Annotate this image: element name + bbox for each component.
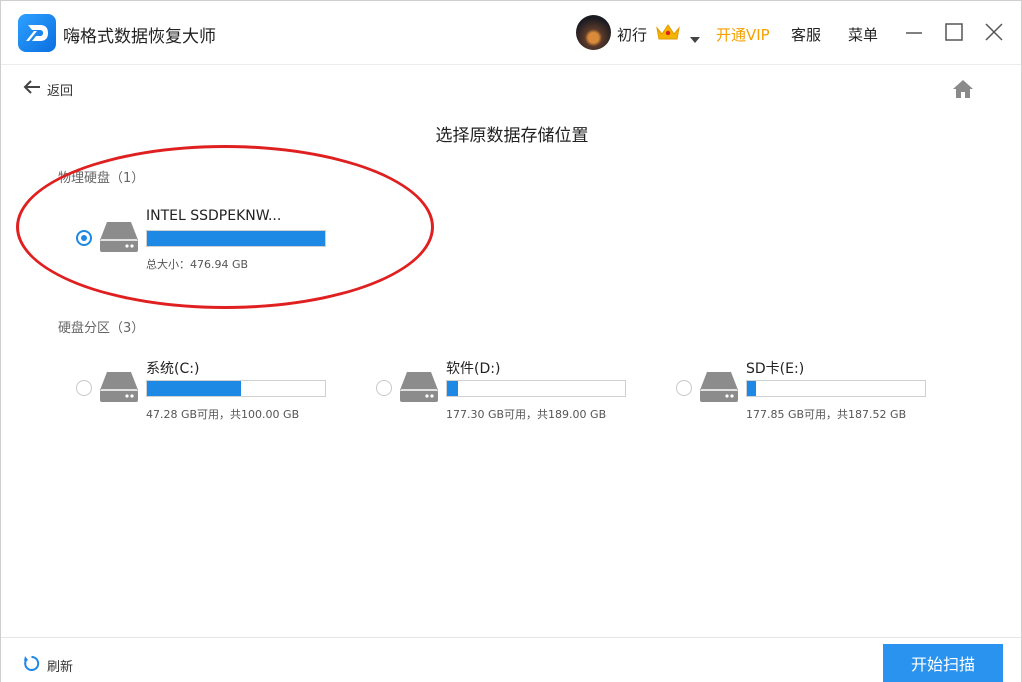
back-label: 返回: [47, 83, 74, 99]
drive-info: 总大小：476.94 GB: [146, 258, 249, 271]
drive-name: 系统(C:): [146, 361, 200, 377]
user-avatar[interactable]: [576, 15, 611, 50]
maximize-icon[interactable]: [943, 21, 965, 43]
close-icon[interactable]: [983, 21, 1005, 43]
drive-info: 177.85 GB可用，共187.52 GB: [746, 408, 907, 421]
back-button[interactable]: 返回: [23, 79, 73, 99]
footer-bar: 刷新 开始扫描: [1, 637, 1021, 682]
drive-partition-c[interactable]: 系统(C:) 47.28 GB可用，共100.00 GB: [76, 358, 376, 428]
app-title: 嗨格式数据恢复大师: [63, 27, 216, 47]
drive-partition-e[interactable]: SD卡(E:) 177.85 GB可用，共187.52 GB: [676, 358, 976, 428]
open-vip-link[interactable]: 开通VIP: [716, 24, 770, 45]
drive-partition-d[interactable]: 软件(D:) 177.30 GB可用，共189.00 GB: [376, 358, 676, 428]
drive-name: 软件(D:): [446, 361, 501, 377]
drive-info: 47.28 GB可用，共100.00 GB: [146, 408, 300, 421]
usage-bar-fill: [747, 381, 756, 396]
drive-name: INTEL SSDPEKNW...: [146, 208, 282, 224]
drive-physical-0[interactable]: INTEL SSDPEKNW... 总大小：476.94 GB: [76, 208, 376, 278]
title-bar: 嗨格式数据恢复大师 初行 开通VIP 客服 菜单: [1, 1, 1021, 65]
drive-radio[interactable]: [76, 230, 92, 246]
usage-bar-fill: [447, 381, 458, 396]
chevron-down-icon[interactable]: [689, 29, 701, 48]
hard-disk-icon: [98, 370, 140, 408]
hard-disk-icon: [98, 220, 140, 258]
drive-radio[interactable]: [376, 380, 392, 396]
drive-name: SD卡(E:): [746, 361, 805, 377]
hard-disk-icon: [698, 370, 740, 408]
app-logo-icon: [18, 14, 56, 52]
home-icon[interactable]: [951, 78, 975, 104]
refresh-icon: [23, 655, 40, 676]
start-scan-button[interactable]: 开始扫描: [883, 644, 1003, 682]
hard-disk-icon: [398, 370, 440, 408]
minimize-icon[interactable]: [903, 21, 925, 43]
usage-bar: [146, 230, 326, 247]
usage-bar: [446, 380, 626, 397]
arrow-left-icon: [23, 79, 41, 99]
physical-disk-section-label: 物理硬盘（1）: [58, 171, 145, 186]
app-window: 嗨格式数据恢复大师 初行 开通VIP 客服 菜单 返回 选择原数据存储位置 物理…: [0, 0, 1022, 682]
usage-bar: [746, 380, 926, 397]
drive-radio[interactable]: [76, 380, 92, 396]
refresh-label: 刷新: [47, 660, 74, 675]
usage-bar-fill: [147, 381, 242, 396]
customer-service-link[interactable]: 客服: [791, 24, 821, 45]
drive-info: 177.30 GB可用，共189.00 GB: [446, 408, 607, 421]
usage-bar: [146, 380, 326, 397]
usage-bar-fill: [147, 231, 325, 246]
page-title: 选择原数据存储位置: [435, 126, 589, 146]
crown-icon: [655, 22, 681, 46]
user-name[interactable]: 初行: [617, 24, 647, 45]
menu-link[interactable]: 菜单: [848, 24, 878, 45]
refresh-button[interactable]: 刷新: [23, 655, 73, 676]
partition-section-label: 硬盘分区（3）: [58, 321, 145, 336]
drive-radio[interactable]: [676, 380, 692, 396]
